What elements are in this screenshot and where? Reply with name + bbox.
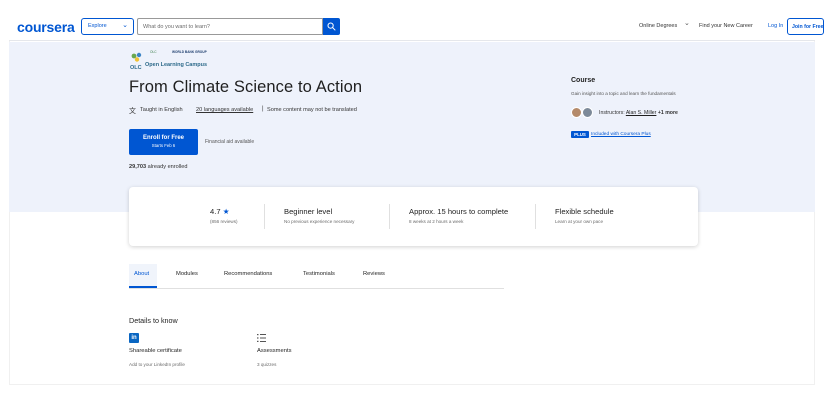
enrolled-number: 29,703	[129, 164, 147, 170]
coursera-logo[interactable]: coursera	[17, 19, 75, 35]
level-sub: No previous experience necessary	[284, 219, 355, 224]
course-type: Course	[571, 77, 596, 84]
enroll-label: Enroll for Free	[142, 135, 184, 141]
details-heading: Details to know	[129, 316, 178, 325]
more-instructors-link[interactable]: +1 more	[658, 110, 678, 116]
schedule-label: Flexible schedule	[555, 207, 614, 216]
chevron-down-icon[interactable]: ⌄	[684, 19, 690, 27]
tabs-underline	[129, 288, 504, 289]
enrolled-count: 29,703 already enrolled	[129, 164, 187, 170]
tab-testimonials[interactable]: Testimonials	[303, 271, 335, 277]
rating-value: 4.7 ★	[210, 207, 230, 216]
svg-text:OLC: OLC	[130, 65, 142, 70]
tab-reviews[interactable]: Reviews	[363, 271, 385, 277]
olc-logo-icon: OLC	[130, 52, 142, 70]
enroll-start-date: Starts Feb 6	[151, 143, 176, 148]
assessments-title: Assessments	[257, 348, 292, 354]
enrolled-text: already enrolled	[147, 164, 188, 170]
divider	[535, 204, 536, 229]
translate-icon: 文	[129, 108, 136, 115]
instructor-name-link[interactable]: Alan S. Miller	[626, 110, 657, 116]
tab-recommendations[interactable]: Recommendations	[224, 271, 272, 277]
languages-link[interactable]: 20 languages available	[196, 107, 253, 113]
search-icon	[327, 22, 336, 31]
separator: |	[262, 106, 264, 112]
level-label: Beginner level	[284, 207, 333, 216]
page: coursera Explore ⌄ What do you want to l…	[0, 0, 824, 410]
list-icon	[257, 334, 266, 342]
certificate-title: Shareable certificate	[129, 348, 182, 354]
translation-note: Some content may not be translated	[267, 107, 357, 113]
divider	[264, 204, 265, 229]
linkedin-icon: in	[129, 333, 139, 343]
enroll-button[interactable]: Enroll for Free Starts Feb 6	[129, 129, 198, 155]
schedule-sub: Learn at your own pace	[555, 219, 604, 224]
coursera-plus-badge: PLUS	[571, 131, 589, 138]
divider	[389, 204, 390, 229]
world-bank-logo: WORLD BANK GROUP	[172, 50, 207, 54]
top-navbar: coursera Explore ⌄ What do you want to l…	[9, 13, 824, 41]
explore-button[interactable]: Explore ⌄	[81, 18, 134, 35]
join-for-free-button[interactable]: Join for Free	[787, 18, 824, 35]
course-type-description: Gain insight into a topic and learn the …	[571, 91, 676, 96]
chevron-down-icon: ⌄	[122, 22, 128, 29]
certificate-sub: Add to your LinkedIn profile	[129, 362, 185, 367]
login-link[interactable]: Log In	[768, 23, 783, 29]
hours-sub: 8 weeks at 2 hours a week	[409, 219, 464, 224]
search-input[interactable]: What do you want to learn?	[137, 18, 323, 35]
find-career-link[interactable]: Find your New Career	[699, 23, 753, 29]
partner-name[interactable]: Open Learning Campus	[145, 62, 207, 68]
assessments-sub: 3 quizzes	[257, 362, 277, 367]
taught-language: Taught in English	[140, 107, 183, 113]
tab-modules[interactable]: Modules	[176, 271, 198, 277]
instructors: Instructors: Alan S. Miller +1 more	[599, 110, 678, 116]
coursera-plus-link[interactable]: Included with Coursera Plus	[591, 132, 651, 137]
instructor-avatar[interactable]	[571, 107, 582, 118]
search-button[interactable]	[323, 18, 340, 35]
financial-aid-link[interactable]: Financial aid available	[205, 139, 254, 145]
reviews-count[interactable]: (856 reviews)	[210, 219, 238, 224]
tab-about-label: About	[134, 271, 150, 277]
tab-about[interactable]: About	[129, 264, 157, 288]
instructor-avatar[interactable]	[582, 107, 593, 118]
online-degrees-link[interactable]: Online Degrees	[639, 23, 677, 29]
star-icon: ★	[222, 207, 230, 216]
hours-label: Approx. 15 hours to complete	[409, 207, 509, 216]
course-title: From Climate Science to Action	[129, 78, 363, 96]
instructors-prefix: Instructors:	[599, 110, 625, 116]
course-info-card: 4.7 ★ (856 reviews) Beginner level No pr…	[129, 187, 698, 246]
partner-text: OLC	[150, 50, 157, 54]
explore-label: Explore	[88, 23, 107, 29]
